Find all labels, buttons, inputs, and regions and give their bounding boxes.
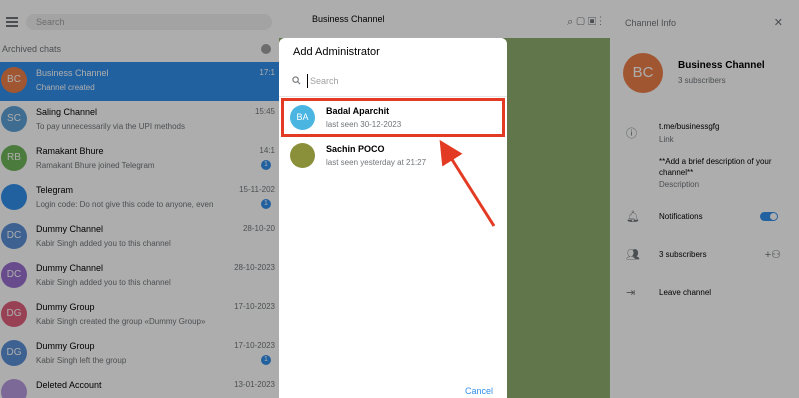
annotation-arrow	[439, 139, 496, 227]
